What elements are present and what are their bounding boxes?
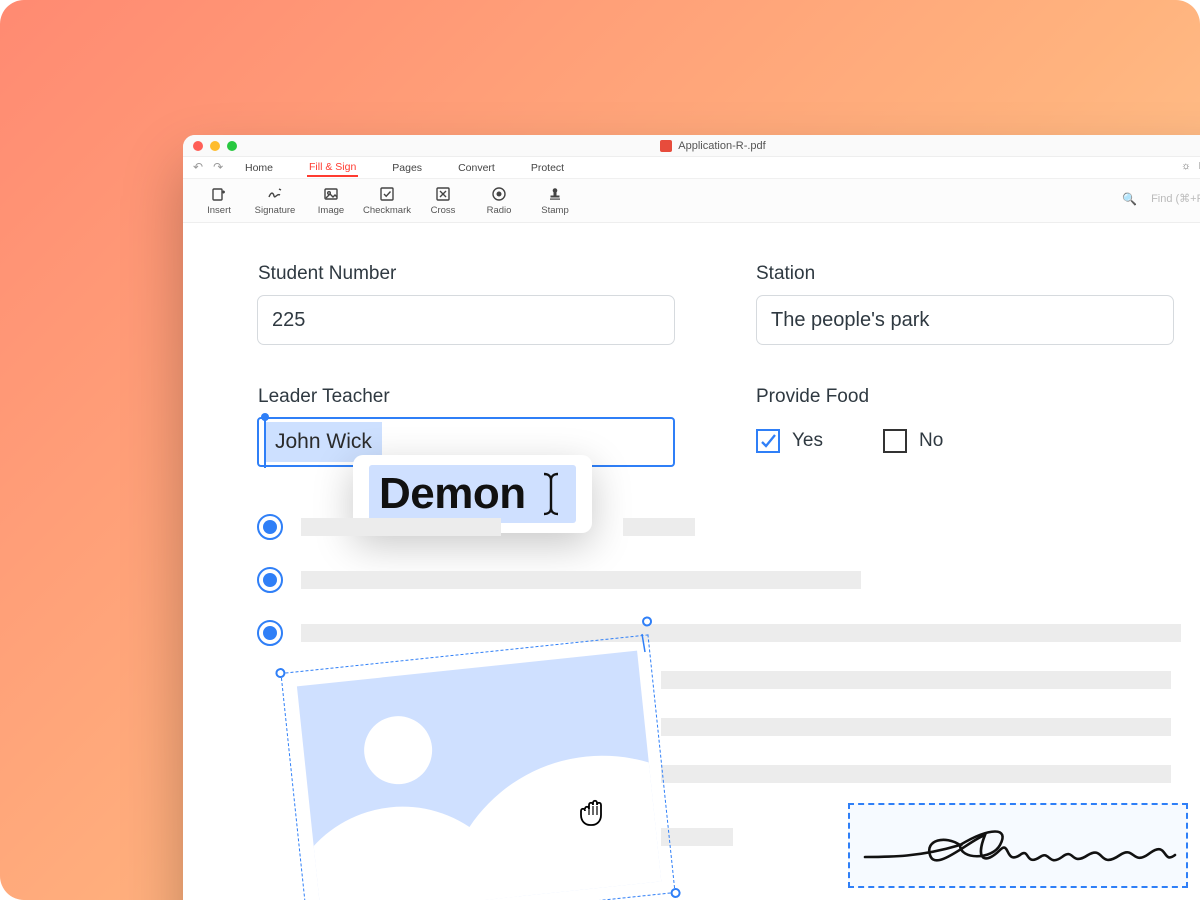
provide-food-no-label: No <box>919 430 943 452</box>
tab-protect[interactable]: Protect <box>529 160 566 176</box>
tool-radio-label: Radio <box>487 205 512 216</box>
grab-cursor-icon <box>573 789 613 829</box>
student-number-field[interactable]: 225 <box>257 295 675 345</box>
tab-pages[interactable]: Pages <box>390 160 424 176</box>
document-canvas: Student Number 225 Station The people's … <box>183 223 1200 900</box>
student-number-value: 225 <box>272 309 305 332</box>
tool-cross-label: Cross <box>431 205 456 216</box>
radio-icon <box>491 186 507 202</box>
text-placeholder-bar <box>661 765 1171 783</box>
text-cursor-icon <box>536 470 566 518</box>
provide-food-label: Provide Food <box>756 386 869 408</box>
app-window: Application-R-.pdf ↶ ↷ Home Fill & Sign … <box>183 135 1200 900</box>
tool-insert-label: Insert <box>207 205 231 216</box>
menu-tabs: ↶ ↷ Home Fill & Sign Pages Convert Prote… <box>183 157 1200 179</box>
titlebar: Application-R-.pdf <box>183 135 1200 157</box>
insert-icon <box>211 186 227 202</box>
tooltip-text: Demon <box>379 469 526 519</box>
search-icon[interactable]: 🔍 <box>1122 192 1137 206</box>
undo-icon[interactable]: ↶ <box>193 160 203 174</box>
image-placeholder-selection[interactable] <box>223 623 663 900</box>
station-field[interactable]: The people's park <box>756 295 1174 345</box>
redo-icon[interactable]: ↷ <box>213 160 223 174</box>
radio-option-1[interactable] <box>257 514 283 540</box>
pdf-file-icon <box>660 140 672 152</box>
toolbar: Insert Signature Image Checkmark Cross R… <box>183 179 1200 223</box>
document-title: Application-R-.pdf <box>678 140 765 152</box>
text-placeholder-bar <box>301 571 861 589</box>
tool-radio[interactable]: Radio <box>471 186 527 216</box>
tab-fill-sign[interactable]: Fill & Sign <box>307 159 358 177</box>
tool-insert[interactable]: Insert <box>191 186 247 216</box>
leader-teacher-label: Leader Teacher <box>258 386 390 408</box>
text-placeholder-bar <box>623 518 695 536</box>
rotate-handle[interactable] <box>642 616 653 627</box>
stamp-icon <box>547 186 563 202</box>
provide-food-no-checkbox[interactable] <box>883 429 907 453</box>
signature-icon <box>267 186 283 202</box>
find-input[interactable]: Find (⌘+F) <box>1151 192 1200 205</box>
image-placeholder <box>297 651 661 900</box>
tool-cross[interactable]: Cross <box>415 186 471 216</box>
checkmark-icon <box>379 186 395 202</box>
tool-checkmark[interactable]: Checkmark <box>359 186 415 216</box>
text-placeholder-bar <box>301 518 501 536</box>
resize-handle[interactable] <box>670 887 681 898</box>
station-label: Station <box>756 263 815 285</box>
provide-food-yes-checkbox[interactable] <box>756 429 780 453</box>
tool-stamp[interactable]: Stamp <box>527 186 583 216</box>
leader-teacher-value: John Wick <box>275 430 372 454</box>
text-placeholder-bar <box>661 671 1171 689</box>
tool-signature[interactable]: Signature <box>247 186 303 216</box>
tool-signature-label: Signature <box>255 205 296 216</box>
tab-home[interactable]: Home <box>243 160 275 176</box>
signature-field[interactable] <box>848 803 1188 888</box>
resize-handle[interactable] <box>275 668 286 679</box>
station-value: The people's park <box>771 309 929 332</box>
signature-icon <box>850 805 1190 890</box>
cross-icon <box>435 186 451 202</box>
tool-checkmark-label: Checkmark <box>363 205 411 216</box>
student-number-label: Student Number <box>258 263 396 285</box>
tool-image[interactable]: Image <box>303 186 359 216</box>
radio-option-2[interactable] <box>257 567 283 593</box>
image-icon <box>323 186 339 202</box>
text-placeholder-bar <box>661 718 1171 736</box>
tool-stamp-label: Stamp <box>541 205 568 216</box>
tool-image-label: Image <box>318 205 344 216</box>
brightness-icon[interactable]: ☼ <box>1181 160 1191 172</box>
text-placeholder-bar <box>661 828 733 846</box>
provide-food-yes-label: Yes <box>792 430 823 452</box>
tab-convert[interactable]: Convert <box>456 160 497 176</box>
